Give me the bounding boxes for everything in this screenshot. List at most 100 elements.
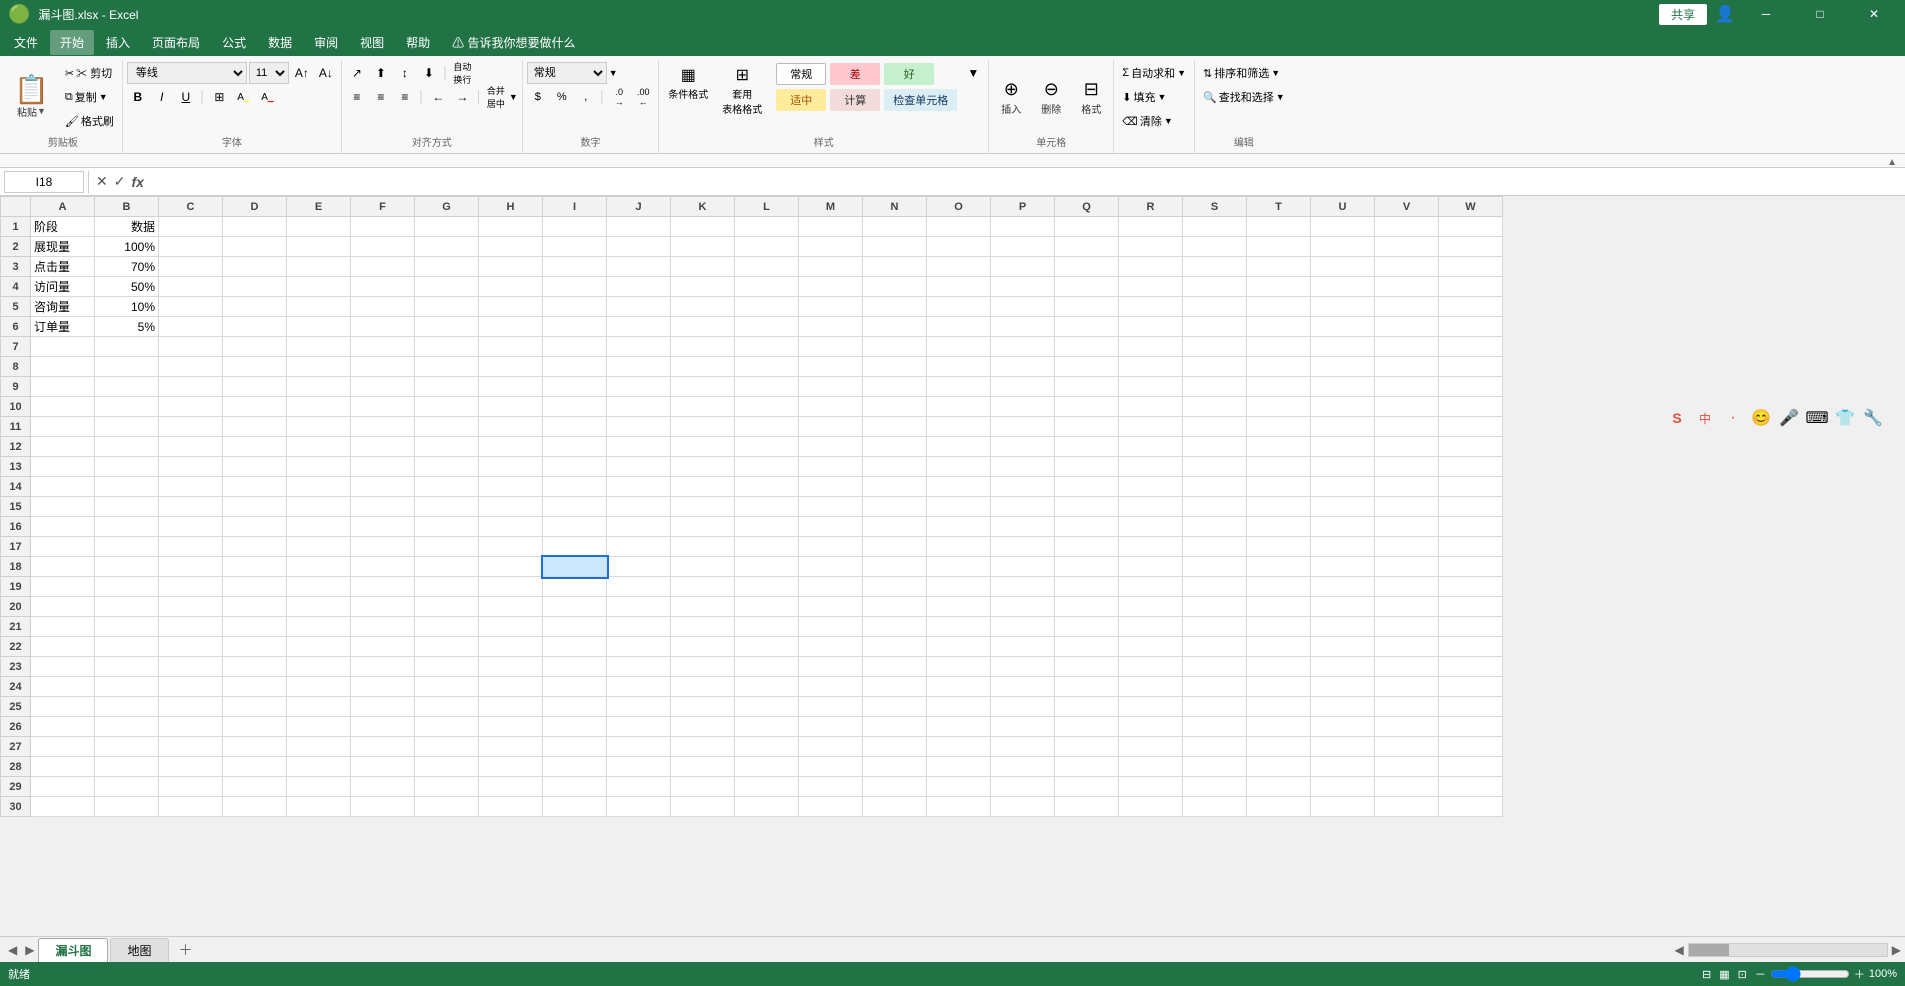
cell-O26[interactable]	[927, 717, 991, 737]
cell-S28[interactable]	[1183, 757, 1247, 777]
cell-I26[interactable]	[543, 717, 607, 737]
cell-V5[interactable]	[1375, 297, 1439, 317]
cell-A10[interactable]	[31, 397, 95, 417]
cell-W10[interactable]	[1439, 397, 1503, 417]
cell-R30[interactable]	[1119, 797, 1183, 817]
cell-A30[interactable]	[31, 797, 95, 817]
cell-H28[interactable]	[479, 757, 543, 777]
cell-S1[interactable]	[1183, 217, 1247, 237]
cell-S22[interactable]	[1183, 637, 1247, 657]
cell-I8[interactable]	[543, 357, 607, 377]
cell-H6[interactable]	[479, 317, 543, 337]
cell-L10[interactable]	[735, 397, 799, 417]
cell-A24[interactable]	[31, 677, 95, 697]
format-cells-button[interactable]: ⊟ 格式	[1073, 76, 1109, 119]
cell-S29[interactable]	[1183, 777, 1247, 797]
cell-F19[interactable]	[351, 577, 415, 597]
cell-F20[interactable]	[351, 597, 415, 617]
cell-Q28[interactable]	[1055, 757, 1119, 777]
cell-D21[interactable]	[223, 617, 287, 637]
cell-N8[interactable]	[863, 357, 927, 377]
font-size-select[interactable]: 11	[249, 62, 289, 84]
cell-R24[interactable]	[1119, 677, 1183, 697]
cell-K23[interactable]	[671, 657, 735, 677]
cell-E26[interactable]	[287, 717, 351, 737]
cell-G15[interactable]	[415, 497, 479, 517]
col-header-H[interactable]: H	[479, 197, 543, 217]
cell-A17[interactable]	[31, 537, 95, 557]
cell-O24[interactable]	[927, 677, 991, 697]
cell-A28[interactable]	[31, 757, 95, 777]
row-header-20[interactable]: 20	[1, 597, 31, 617]
cell-N28[interactable]	[863, 757, 927, 777]
cell-E16[interactable]	[287, 517, 351, 537]
zoom-in-button[interactable]: ＋	[1854, 966, 1865, 982]
cell-F17[interactable]	[351, 537, 415, 557]
cell-I22[interactable]	[543, 637, 607, 657]
cell-M25[interactable]	[799, 697, 863, 717]
cell-R6[interactable]	[1119, 317, 1183, 337]
cell-C22[interactable]	[159, 637, 223, 657]
cell-A22[interactable]	[31, 637, 95, 657]
cell-J4[interactable]	[607, 277, 671, 297]
cell-L12[interactable]	[735, 437, 799, 457]
cell-E20[interactable]	[287, 597, 351, 617]
cell-H16[interactable]	[479, 517, 543, 537]
cell-L16[interactable]	[735, 517, 799, 537]
cell-I27[interactable]	[543, 737, 607, 757]
cell-T21[interactable]	[1247, 617, 1311, 637]
cell-G1[interactable]	[415, 217, 479, 237]
cell-A16[interactable]	[31, 517, 95, 537]
cell-C20[interactable]	[159, 597, 223, 617]
cell-A18[interactable]	[31, 557, 95, 577]
cell-H20[interactable]	[479, 597, 543, 617]
cell-B9[interactable]	[95, 377, 159, 397]
cell-G23[interactable]	[415, 657, 479, 677]
cell-E29[interactable]	[287, 777, 351, 797]
cell-N25[interactable]	[863, 697, 927, 717]
cell-B10[interactable]	[95, 397, 159, 417]
cell-A5[interactable]: 咨询量	[31, 297, 95, 317]
cell-J8[interactable]	[607, 357, 671, 377]
cell-C7[interactable]	[159, 337, 223, 357]
hscroll-thumb[interactable]	[1689, 944, 1729, 956]
cell-T22[interactable]	[1247, 637, 1311, 657]
ime-tools-icon[interactable]: 🔧	[1861, 406, 1885, 430]
cell-A15[interactable]	[31, 497, 95, 517]
cell-H11[interactable]	[479, 417, 543, 437]
col-header-E[interactable]: E	[287, 197, 351, 217]
cell-L29[interactable]	[735, 777, 799, 797]
col-header-T[interactable]: T	[1247, 197, 1311, 217]
cell-I4[interactable]	[543, 277, 607, 297]
cell-I11[interactable]	[543, 417, 607, 437]
number-format-select[interactable]: 常规	[527, 62, 607, 84]
cell-M30[interactable]	[799, 797, 863, 817]
cell-J28[interactable]	[607, 757, 671, 777]
cell-W13[interactable]	[1439, 457, 1503, 477]
cell-F2[interactable]	[351, 237, 415, 257]
cell-K6[interactable]	[671, 317, 735, 337]
cell-L11[interactable]	[735, 417, 799, 437]
cell-F11[interactable]	[351, 417, 415, 437]
cell-D13[interactable]	[223, 457, 287, 477]
cell-Q14[interactable]	[1055, 477, 1119, 497]
formula-function-button[interactable]: fx	[128, 174, 146, 190]
cell-K3[interactable]	[671, 257, 735, 277]
copy-button[interactable]: ⧉ 复制 ▼	[61, 86, 118, 108]
cell-M19[interactable]	[799, 577, 863, 597]
cell-L8[interactable]	[735, 357, 799, 377]
cell-I5[interactable]	[543, 297, 607, 317]
cell-N4[interactable]	[863, 277, 927, 297]
cell-B1[interactable]: 数据	[95, 217, 159, 237]
cell-G17[interactable]	[415, 537, 479, 557]
cell-S12[interactable]	[1183, 437, 1247, 457]
cell-O17[interactable]	[927, 537, 991, 557]
cell-U9[interactable]	[1311, 377, 1375, 397]
cell-P10[interactable]	[991, 397, 1055, 417]
cell-W8[interactable]	[1439, 357, 1503, 377]
cell-A19[interactable]	[31, 577, 95, 597]
col-header-S[interactable]: S	[1183, 197, 1247, 217]
cell-T13[interactable]	[1247, 457, 1311, 477]
cell-R20[interactable]	[1119, 597, 1183, 617]
cell-N3[interactable]	[863, 257, 927, 277]
